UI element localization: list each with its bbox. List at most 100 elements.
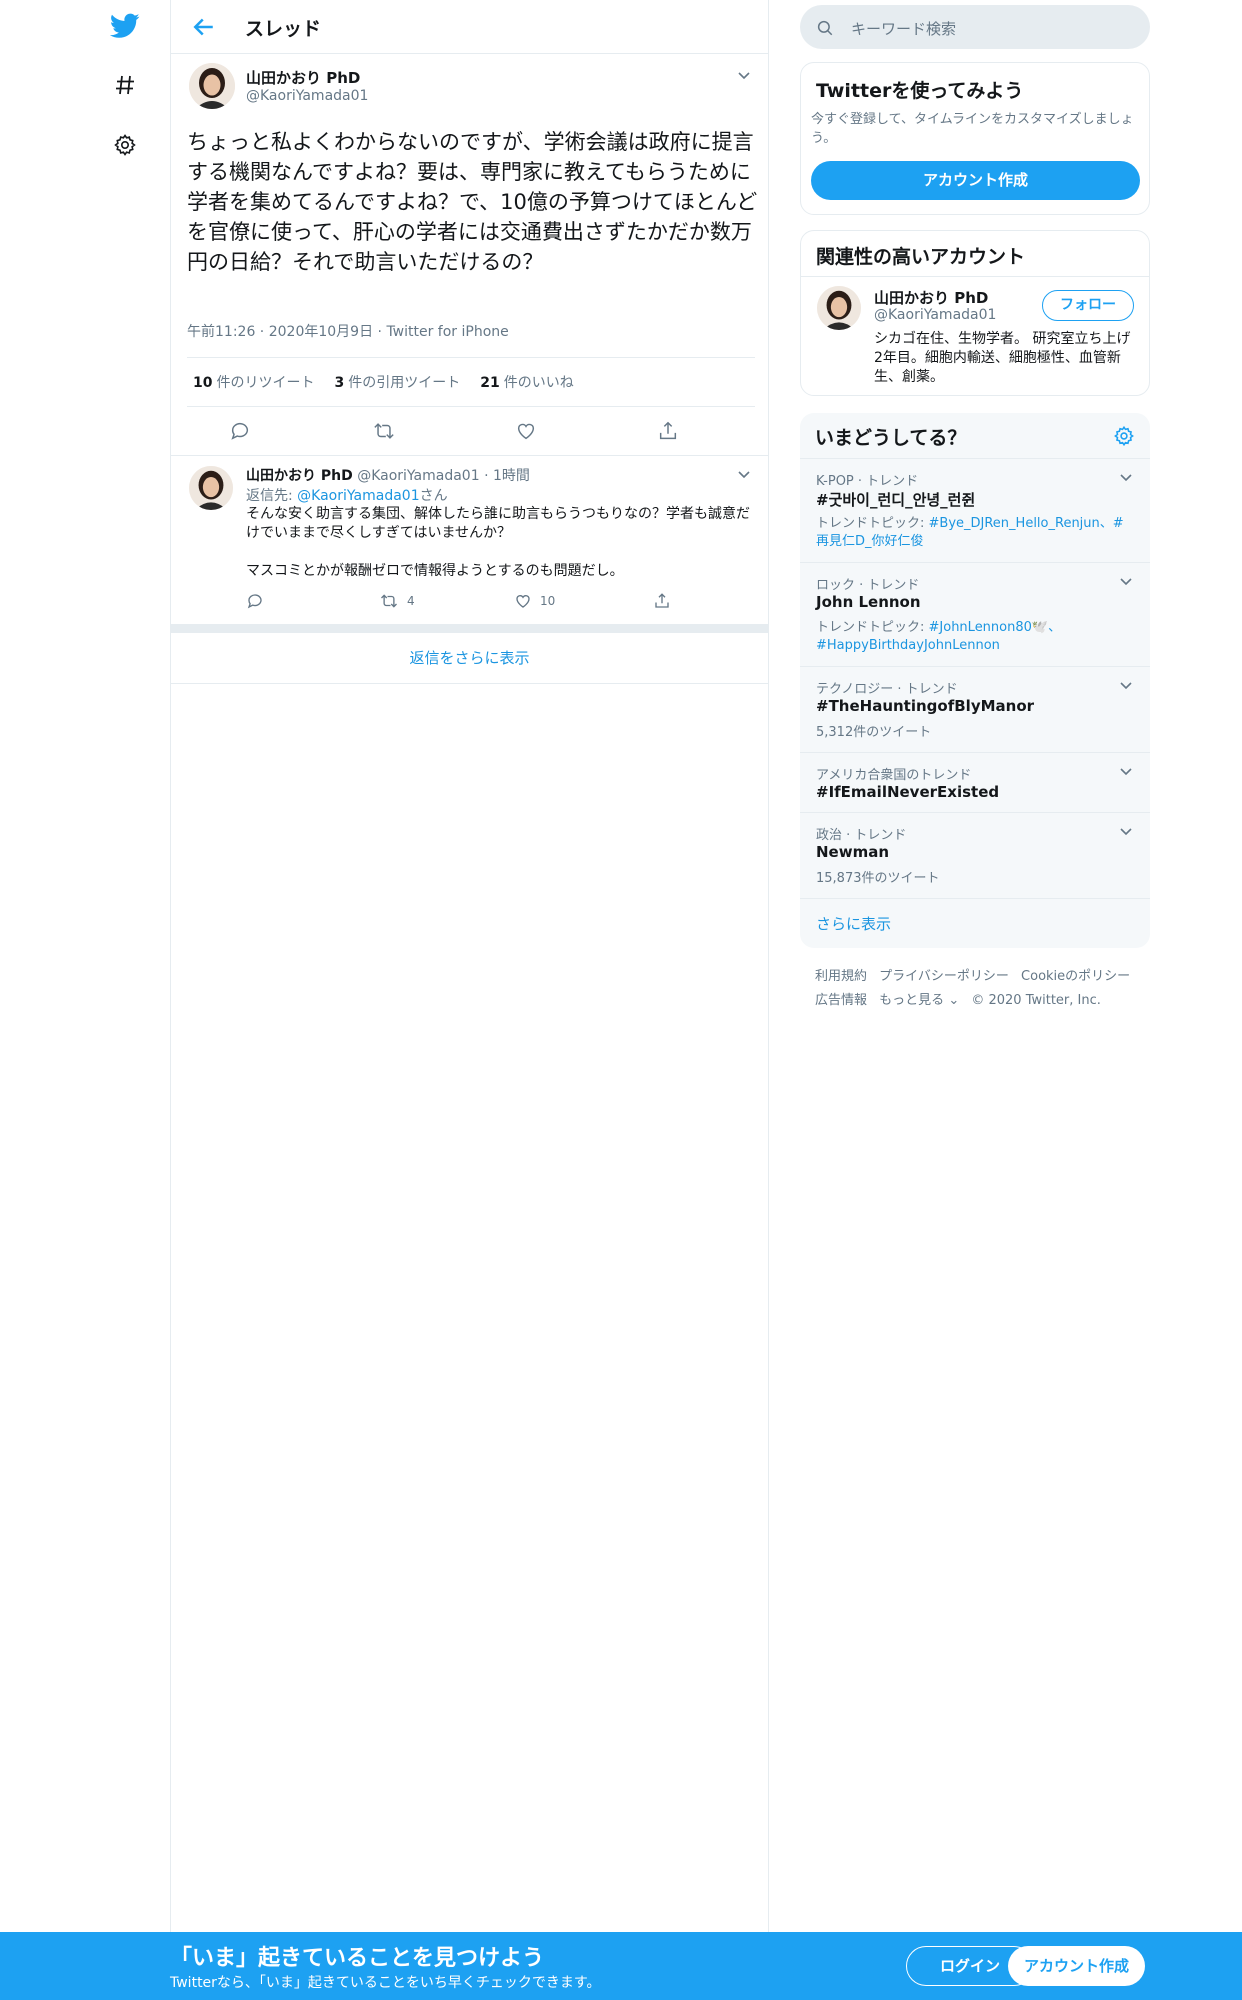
trend-name: John Lennon (816, 593, 921, 611)
footer-terms-link[interactable]: 利用規約 (815, 969, 867, 984)
tweet-meta: 午前11:26 · 2020年10月9日 · Twitter for iPhon… (187, 324, 509, 340)
trend-name: #TheHauntingofBlyManor (816, 697, 1035, 715)
trend-category: 政治 · トレンド (816, 828, 907, 843)
create-account-button[interactable]: アカウント作成 (811, 161, 1140, 200)
retweet-icon (381, 594, 397, 608)
author-name[interactable]: 山田かおり PhD (246, 67, 360, 88)
trend-item[interactable]: 政治 · トレンド Newman 15,873件のツイート (800, 812, 1150, 898)
related-account-handle[interactable]: @KaoriYamada01 (874, 307, 996, 323)
share-icon[interactable] (653, 592, 671, 610)
reply-to-prefix: 返信先: (246, 488, 298, 504)
author-handle[interactable]: @KaoriYamada01 (246, 88, 368, 104)
main-column: スレッド 山田かおり PhD @KaoriYamada01 ちょっと私よくわから… (170, 0, 769, 1932)
footer-row-2: 広告情報 もっと見る ⌄ © 2020 Twitter, Inc. (815, 989, 1101, 1008)
reply-icon[interactable] (246, 592, 264, 610)
footer-cookie-link[interactable]: Cookieのポリシー (1021, 969, 1130, 984)
avatar[interactable] (817, 286, 861, 330)
signup-card: Twitterを使ってみよう 今すぐ登録して、タイムラインをカスタマイズしましょ… (800, 62, 1150, 215)
trend-category: テクノロジー · トレンド (816, 682, 958, 697)
trend-item[interactable]: ロック · トレンド John Lennon トレンドトピック: #JohnLe… (800, 562, 1150, 666)
tweet-text: ちょっと私よくわからないのですが、学術会議は政府に提言する機関なんですよね？要は… (187, 130, 758, 274)
back-arrow-icon[interactable] (189, 12, 219, 42)
heart-icon[interactable] (515, 420, 541, 446)
like-button[interactable]: 10 (514, 592, 555, 610)
divider (171, 624, 768, 633)
related-accounts-card: 関連性の高いアカウント 山田かおり PhD @KaoriYamada01 フォロ… (800, 230, 1150, 396)
related-account-name[interactable]: 山田かおり PhD (874, 287, 988, 308)
chevron-down-icon[interactable] (1116, 467, 1136, 491)
show-more-replies-button[interactable]: 返信をさらに表示 (171, 633, 768, 684)
trend-name: Newman (816, 843, 890, 861)
signup-button[interactable]: アカウント作成 (1008, 1946, 1145, 1986)
trend-category: K-POP · トレンド (816, 474, 919, 489)
tweet-time[interactable]: 午前11:26 (187, 324, 255, 340)
reply-retweet-count: 4 (407, 594, 415, 608)
reply-to-suffix: さん (419, 488, 448, 504)
footer-row-1: 利用規約 プライバシーポリシー Cookieのポリシー (815, 965, 1130, 984)
thread-header: スレッド (171, 0, 768, 54)
reply-to-link[interactable]: @KaoriYamada01 (297, 488, 419, 504)
page-title: スレッド (245, 18, 322, 40)
trend-name: #IfEmailNeverExisted (816, 783, 1000, 801)
search-icon (817, 20, 833, 36)
retweet-button[interactable]: 4 (379, 592, 415, 610)
chevron-down-icon[interactable] (1116, 821, 1136, 845)
retweets-stat[interactable]: 10 件のリツイート (193, 372, 314, 392)
chevron-down-icon[interactable] (734, 464, 754, 484)
reply-tweet[interactable]: 山田かおり PhD @KaoriYamada01 · 1時間 返信先: @Kao… (171, 456, 768, 624)
related-account-bio: シカゴ在住、生物学者。 研究室立ち上げ2年目。細胞内輸送、細胞極性、血管新生、創… (874, 331, 1131, 385)
share-icon[interactable] (657, 420, 683, 446)
trends-title: いまどうしてる？ (815, 427, 967, 449)
twitter-logo-icon[interactable] (108, 9, 142, 43)
retweet-icon[interactable] (372, 420, 398, 446)
trend-topics: トレンドトピック: #JohnLennon80🕊️、#HappyBirthday… (816, 620, 1062, 653)
gear-icon[interactable] (108, 128, 142, 162)
reply-author-handle[interactable]: @KaoriYamada01 (357, 468, 479, 484)
trend-tweet-count: 5,312件のツイート (816, 725, 932, 740)
chevron-down-icon[interactable] (1116, 761, 1136, 785)
chevron-down-icon[interactable] (734, 65, 754, 85)
likes-stat[interactable]: 21 件のいいね (480, 372, 573, 392)
search-placeholder: キーワード検索 (851, 20, 957, 38)
related-title: 関連性の高いアカウント (816, 246, 1026, 268)
reply-author-name[interactable]: 山田かおり PhD (246, 468, 353, 484)
trend-topics: トレンドトピック: #Bye_DJRen_Hello_Renjun、#再見仁D_… (816, 516, 1124, 549)
quotes-stat[interactable]: 3 件の引用ツイート (334, 372, 460, 392)
search-input[interactable]: キーワード検索 (800, 5, 1150, 49)
reply-actions: 4 10 (246, 592, 746, 614)
follow-button[interactable]: フォロー (1042, 290, 1134, 321)
reply-like-count: 10 (540, 594, 556, 608)
trend-item[interactable]: テクノロジー · トレンド #TheHauntingofBlyManor 5,3… (800, 666, 1150, 752)
show-more-trends[interactable]: さらに表示 (800, 898, 1150, 948)
reply-text: そんな安く助言する集団、解体したら誰に助言もらうつもりなの？学者も誠意だけでいま… (246, 506, 750, 579)
gear-icon[interactable] (1113, 425, 1135, 451)
chevron-down-icon: ⌄ (948, 993, 960, 1008)
bottom-signup-bar: 「いま」起きていることを見つけよう Twitterなら、「いま」起きていることを… (0, 1932, 1242, 2000)
reply-header: 山田かおり PhD @KaoriYamada01 · 1時間 (246, 468, 530, 484)
chevron-down-icon[interactable] (1116, 675, 1136, 699)
footer-ads-link[interactable]: 広告情報 (815, 993, 867, 1008)
trend-tweet-count: 15,873件のツイート (816, 871, 940, 886)
avatar[interactable] (189, 466, 233, 510)
focused-tweet: 山田かおり PhD @KaoriYamada01 ちょっと私よくわからないのです… (171, 55, 768, 456)
trends-card: いまどうしてる？ K-POP · トレンド #굿바이_런디_안녕_런쥔 トレンド… (800, 413, 1150, 948)
trend-category: アメリカ合衆国のトレンド (816, 768, 972, 783)
trend-name: #굿바이_런디_안녕_런쥔 (816, 491, 976, 509)
trend-category: ロック · トレンド (816, 578, 920, 593)
trend-item[interactable]: K-POP · トレンド #굿바이_런디_안녕_런쥔 トレンドトピック: #By… (800, 458, 1150, 562)
footer-privacy-link[interactable]: プライバシーポリシー (879, 969, 1009, 984)
footer-copyright: © 2020 Twitter, Inc. (971, 993, 1101, 1008)
tweet-date[interactable]: 2020年10月9日 (269, 324, 373, 340)
bottom-bar-title: 「いま」起きていることを見つけよう (170, 1946, 545, 1971)
left-nav (0, 0, 170, 2000)
hashtag-icon[interactable] (108, 68, 142, 102)
chevron-down-icon[interactable] (1116, 571, 1136, 595)
reply-icon[interactable] (229, 420, 255, 446)
trend-item[interactable]: アメリカ合衆国のトレンド #IfEmailNeverExisted (800, 752, 1150, 812)
footer-more-link[interactable]: もっと見る ⌄ (879, 993, 959, 1008)
signup-card-title: Twitterを使ってみよう (816, 80, 1024, 102)
reply-age[interactable]: 1時間 (493, 468, 530, 484)
tweet-client[interactable]: Twitter for iPhone (386, 324, 508, 340)
show-more-trends-label[interactable]: さらに表示 (816, 913, 891, 934)
avatar[interactable] (189, 63, 235, 109)
